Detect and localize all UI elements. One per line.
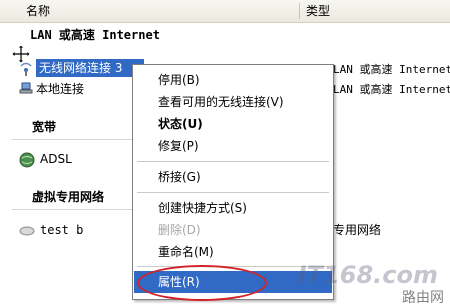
test-b-type: 专用网络 [333,223,382,237]
local-connection-item[interactable]: 本地连接 [36,81,84,98]
test-b-label: test b [40,223,84,237]
local-connection-icon [19,82,33,94]
menu-item-rename[interactable]: 重命名(M) [134,241,332,263]
menu-separator [137,192,329,193]
column-header-bar: 名称 类型 [0,0,450,23]
menu-item-create-shortcut[interactable]: 创建快捷方式(S) [134,197,332,219]
site-watermark: 路由网 [402,290,444,306]
group-heading-broadband: 宽带 [32,120,57,134]
local-type: LAN 或高速 Internet [333,83,450,96]
wireless-type: LAN 或高速 Internet [333,63,450,76]
vpn-icon [19,226,35,236]
menu-item-delete[interactable]: 删除(D) [134,219,332,241]
group-divider [12,139,132,140]
menu-item-view-wireless[interactable]: 查看可用的无线连接(V) [134,91,332,113]
menu-item-status[interactable]: 状态(U) [134,113,332,135]
group-heading-lan: LAN 或高速 Internet [30,28,160,42]
group-divider [12,209,132,210]
column-separator[interactable] [299,3,300,19]
local-connection-label: 本地连接 [36,82,85,96]
group-heading-vpn: 虚拟专用网络 [32,190,105,204]
globe-icon [19,152,35,168]
menu-separator [137,161,329,162]
wireless-connection-item[interactable]: 无线网络连接 3 [36,59,144,77]
wireless-network-icon [20,62,32,76]
type-column-header[interactable]: 类型 [306,0,330,22]
name-column-header[interactable]: 名称 [26,0,50,22]
test-b-connection-item[interactable]: test b [40,222,83,239]
annotation-ellipse [137,265,267,301]
it168-watermark: IT168.com [297,261,438,289]
adsl-connection-item[interactable]: ADSL [40,151,72,168]
menu-item-bridge[interactable]: 桥接(G) [134,166,332,188]
move-cursor-icon [11,44,31,64]
adsl-label: ADSL [40,152,72,166]
menu-item-disable[interactable]: 停用(B) [134,69,332,91]
menu-item-repair[interactable]: 修复(P) [134,135,332,157]
